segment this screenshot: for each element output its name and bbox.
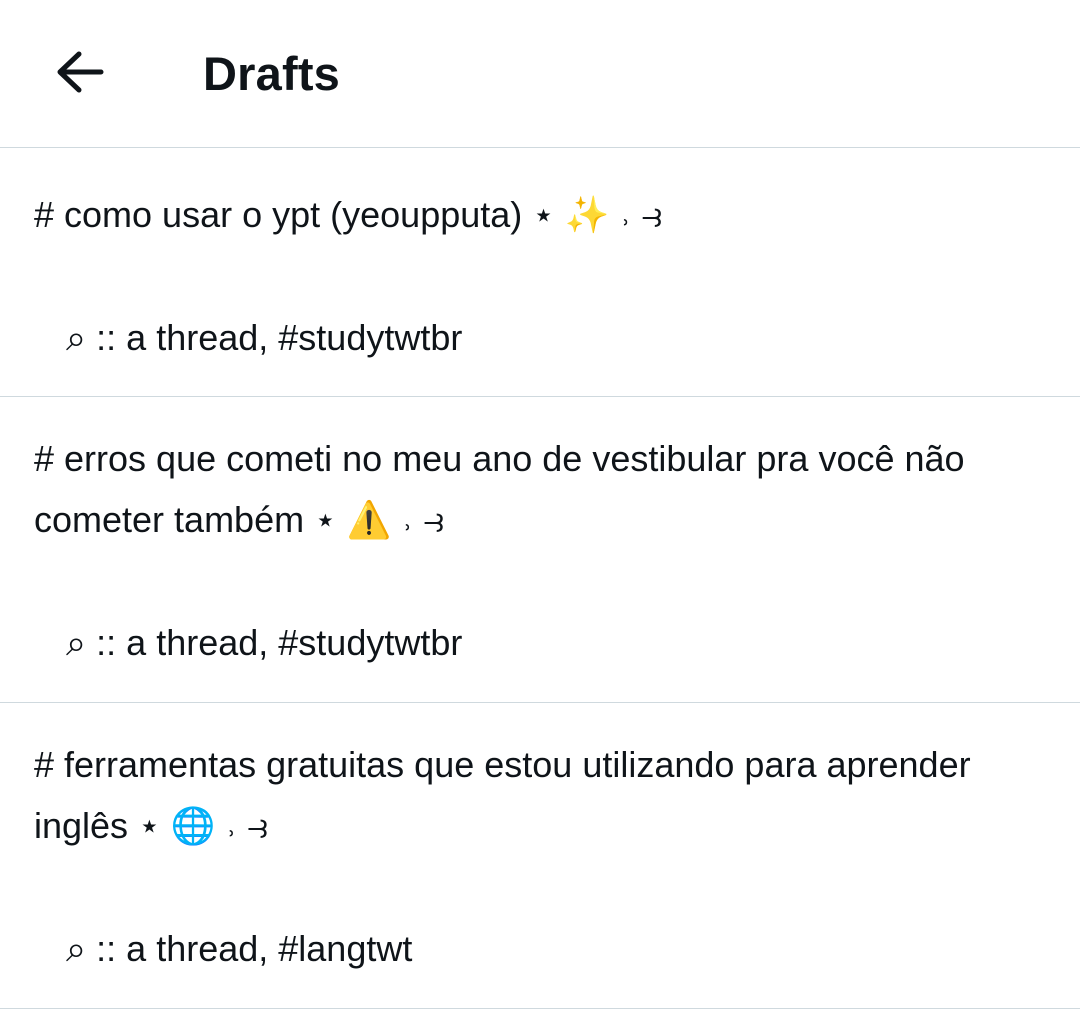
draft-subline: ⌕ :: a thread, #studytwtbr [66, 317, 463, 358]
draft-text: # como usar o ypt (yeoupputa) ⋆ ✨ ˒ ⥽ [34, 184, 1044, 245]
top-bar: Drafts [0, 0, 1080, 148]
draft-list: # como usar o ypt (yeoupputa) ⋆ ✨ ˒ ⥽ ⌕ … [0, 148, 1080, 1009]
draft-subline: ⌕ :: a thread, #studytwtbr [66, 622, 463, 663]
back-button[interactable] [44, 36, 116, 108]
draft-text: # erros que cometi no meu ano de vestibu… [34, 428, 1044, 550]
arrow-left-icon [57, 51, 104, 93]
draft-line: # erros que cometi no meu ano de vestibu… [34, 438, 965, 479]
draft-item[interactable]: # como usar o ypt (yeoupputa) ⋆ ✨ ˒ ⥽ ⌕ … [0, 148, 1080, 397]
draft-text: # ferramentas gratuitas que estou utiliz… [34, 734, 1044, 856]
draft-line: inglês ⋆ 🌐 ˒ ⥽ [34, 805, 268, 846]
page-title: Drafts [203, 47, 341, 100]
draft-line: # ferramentas gratuitas que estou utiliz… [34, 744, 971, 785]
draft-subline: ⌕ :: a thread, #langtwt [66, 928, 413, 969]
draft-item[interactable]: # ferramentas gratuitas que estou utiliz… [0, 703, 1080, 1009]
draft-line: cometer também ⋆ ⚠️ ˒ ⥽ [34, 499, 444, 540]
draft-item[interactable]: # erros que cometi no meu ano de vestibu… [0, 397, 1080, 703]
draft-line: # como usar o ypt (yeoupputa) ⋆ ✨ ˒ ⥽ [34, 194, 662, 235]
